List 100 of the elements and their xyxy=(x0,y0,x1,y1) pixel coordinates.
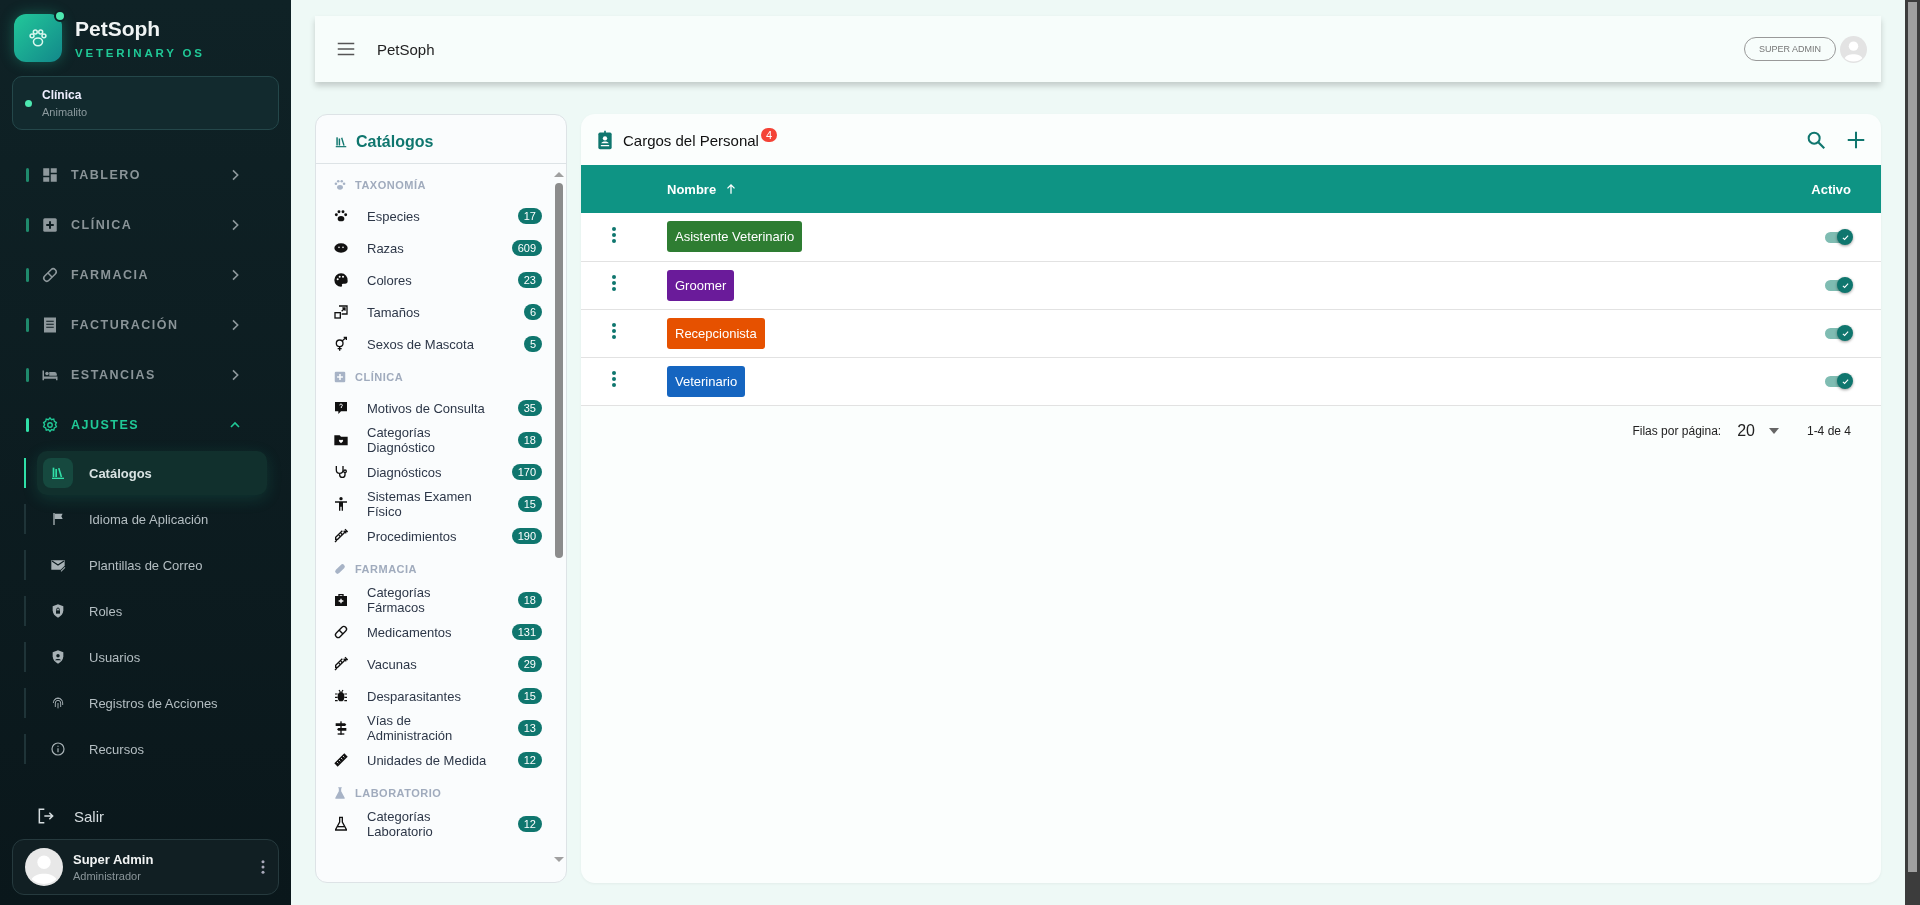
catalog-label: Sexos de Mascota xyxy=(367,336,475,352)
nav-section[interactable]: CLÍNICA xyxy=(12,200,279,250)
catalog-item[interactable]: Sistemas Examen Físico 15 xyxy=(333,488,542,520)
catalog-label: Sistemas Examen Físico xyxy=(367,489,473,519)
catalog-item[interactable]: Vías de Administración 13 xyxy=(333,712,542,744)
column-header[interactable]: Activo xyxy=(1811,181,1851,197)
count-badge: 35 xyxy=(517,400,542,416)
logout-icon xyxy=(36,806,56,826)
nav-item[interactable]: Registros de Acciones xyxy=(37,681,267,725)
nav-section[interactable]: FARMACIA xyxy=(12,250,279,300)
catalog-icon xyxy=(333,240,349,256)
nav-item[interactable]: Catálogos xyxy=(37,451,267,495)
nav-section[interactable]: FACTURACIÓN xyxy=(12,300,279,350)
catalog-item[interactable]: Diagnósticos 170 xyxy=(333,456,542,488)
dropdown-icon xyxy=(1768,427,1779,434)
group-heading: CLÍNICA xyxy=(355,371,404,383)
count-badge: 5 xyxy=(523,336,542,352)
catalog-label: Motivos de Consulta xyxy=(367,400,486,416)
nav-section[interactable]: ESTANCIAS xyxy=(12,350,279,400)
catalog-item[interactable]: Categorías Fármacos 18 xyxy=(333,584,542,616)
catalog-item[interactable]: Medicamentos 131 xyxy=(333,616,542,648)
count-badge: 609 xyxy=(511,240,542,256)
role-tag: Veterinario xyxy=(667,365,746,397)
count-badge: 18 xyxy=(517,592,542,608)
count-badge: 23 xyxy=(517,272,542,288)
count-badge: 170 xyxy=(511,464,542,480)
catalog-icon xyxy=(333,752,349,768)
count-badge: 17 xyxy=(517,208,542,224)
catalog-item[interactable]: Categorías Diagnóstico 18 xyxy=(333,424,542,456)
count-badge: 18 xyxy=(517,432,542,448)
clinic-label: Clínica xyxy=(42,88,83,102)
count-badge: 12 xyxy=(517,752,542,768)
search-icon[interactable] xyxy=(1805,129,1827,151)
count-badge: 6 xyxy=(523,304,542,320)
catalog-label: Categorías Laboratorio xyxy=(367,809,434,839)
catalog-label: Vías de Administración xyxy=(367,713,454,743)
catalog-label: Colores xyxy=(367,272,413,288)
check-icon xyxy=(1840,328,1850,338)
catalog-icon xyxy=(333,496,349,512)
group-heading: FARMACIA xyxy=(355,563,418,575)
more-icon[interactable] xyxy=(260,859,266,875)
catalog-label: Diagnósticos xyxy=(367,464,443,480)
catalog-item[interactable]: Categorías Laboratorio 12 xyxy=(333,808,542,840)
group-icon xyxy=(333,370,347,384)
status-dot-icon xyxy=(25,99,32,107)
rows-per-page-label: Filas por página: xyxy=(1632,423,1722,438)
nav-section[interactable]: AJUSTES xyxy=(12,400,279,450)
catalog-item[interactable]: Especies 17 xyxy=(333,200,542,232)
nav-item[interactable]: Recursos xyxy=(37,727,267,771)
check-icon xyxy=(1840,280,1850,290)
catalog-icon xyxy=(333,656,349,672)
nav-item[interactable]: Plantillas de Correo xyxy=(37,543,267,587)
section-icon xyxy=(41,416,59,434)
nav-item[interactable]: Idioma de Aplicación xyxy=(37,497,267,541)
panel-title: Catálogos xyxy=(356,133,434,151)
section-icon xyxy=(41,266,59,284)
section-icon xyxy=(41,166,59,184)
page-scrollbar[interactable] xyxy=(1905,0,1920,905)
catalog-item[interactable]: Tamaños 6 xyxy=(333,296,542,328)
catalog-icon xyxy=(333,336,349,352)
count-badge: 190 xyxy=(511,528,542,544)
catalog-label: Tamaños xyxy=(367,304,421,320)
nav-item[interactable]: Roles xyxy=(37,589,267,633)
column-header[interactable]: Nombre xyxy=(667,181,739,197)
nav-section[interactable]: TABLERO xyxy=(12,150,279,200)
add-icon[interactable] xyxy=(1845,129,1867,151)
check-icon xyxy=(1840,376,1850,386)
catalog-item[interactable]: Vacunas 29 xyxy=(333,648,542,680)
check-icon xyxy=(1840,232,1850,242)
group-heading: TAXONOMÍA xyxy=(355,179,426,191)
catalog-label: Procedimientos xyxy=(367,528,458,544)
more-icon[interactable] xyxy=(611,370,617,388)
more-icon[interactable] xyxy=(611,274,617,292)
catalog-item[interactable]: Procedimientos 190 xyxy=(333,520,542,552)
catalog-item[interactable]: Razas 609 xyxy=(333,232,542,264)
logout-button[interactable]: Salir xyxy=(12,798,279,834)
catalog-item[interactable]: Colores 23 xyxy=(333,264,542,296)
catalog-item[interactable]: Sexos de Mascota 5 xyxy=(333,328,542,360)
rows-per-page-select[interactable]: 20 xyxy=(1737,421,1779,440)
count-badge: 29 xyxy=(517,656,542,672)
count-badge: 15 xyxy=(517,496,542,512)
page-title: PetSoph xyxy=(377,40,435,58)
catalog-icon xyxy=(333,464,349,480)
catalog-icon xyxy=(333,592,349,608)
catalog-icon xyxy=(333,816,349,832)
catalog-item[interactable]: Motivos de Consulta 35 xyxy=(333,392,542,424)
role-tag: Asistente Veterinario xyxy=(667,221,803,253)
more-icon[interactable] xyxy=(611,225,617,244)
catalog-label: Medicamentos xyxy=(367,624,453,640)
user-role: Administrador xyxy=(73,870,142,882)
nav-item[interactable]: Usuarios xyxy=(37,635,267,679)
group-icon xyxy=(333,786,347,800)
catalog-label: Categorías Fármacos xyxy=(367,585,432,615)
clinic-name: Animalito xyxy=(42,106,88,118)
catalog-icon xyxy=(333,208,349,224)
catalog-item[interactable]: Unidades de Medida 12 xyxy=(333,744,542,776)
user-name: Super Admin xyxy=(73,852,155,867)
catalog-item[interactable]: Desparasitantes 15 xyxy=(333,680,542,712)
clinic-card[interactable]: Clínica Animalito xyxy=(12,76,279,130)
more-icon[interactable] xyxy=(611,322,617,340)
